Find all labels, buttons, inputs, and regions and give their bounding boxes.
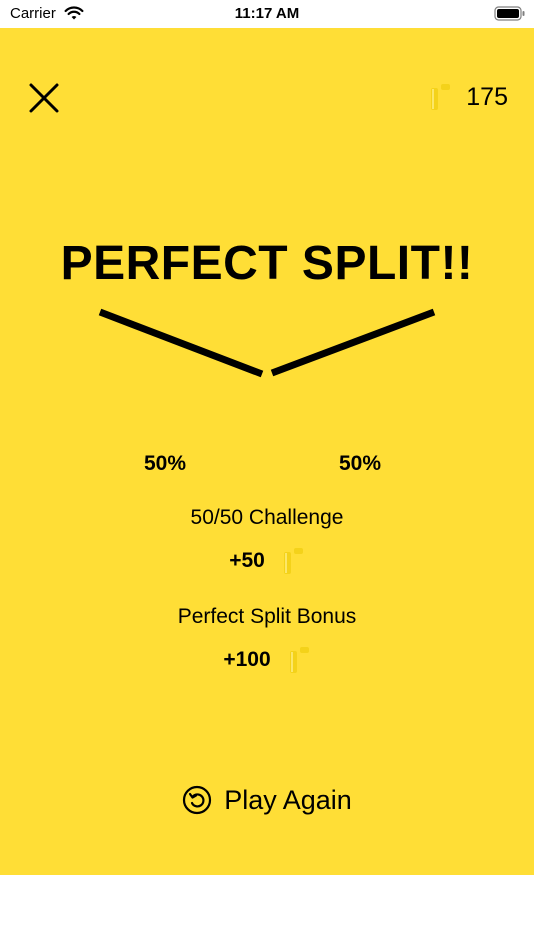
- coin-count: 175: [466, 82, 508, 111]
- coin-balance: 175: [428, 80, 508, 114]
- result-title: PERFECT SPLIT!!: [60, 237, 474, 290]
- reward-value: +100: [223, 648, 271, 671]
- reward-label: 50/50 Challenge: [190, 506, 344, 529]
- coin-icon: [283, 548, 303, 574]
- left-split-line: [98, 308, 264, 378]
- right-percent: 50%: [339, 452, 382, 475]
- reward-value: +50: [229, 549, 265, 572]
- reward-label: Perfect Split Bonus: [177, 605, 357, 628]
- coin-icon: [431, 84, 451, 110]
- reward-row: +50: [0, 546, 534, 576]
- close-button[interactable]: [26, 80, 62, 116]
- replay-icon: [183, 785, 212, 815]
- status-bar: Carrier 11:17 AM: [0, 0, 534, 28]
- right-split-line: [270, 308, 436, 377]
- reward-row: +100: [0, 645, 534, 675]
- play-again-button[interactable]: Play Again: [0, 780, 534, 820]
- coin-icon: [289, 647, 309, 673]
- result-panel: 175 PERFECT SPLIT!! 50% 50% 50/50 Challe…: [0, 28, 534, 875]
- left-percent: 50%: [144, 452, 187, 475]
- status-time: 11:17 AM: [234, 5, 300, 22]
- play-again-label: Play Again: [224, 784, 352, 815]
- battery-icon: [494, 6, 526, 26]
- close-icon: [29, 83, 59, 113]
- split-graphic: [98, 308, 436, 378]
